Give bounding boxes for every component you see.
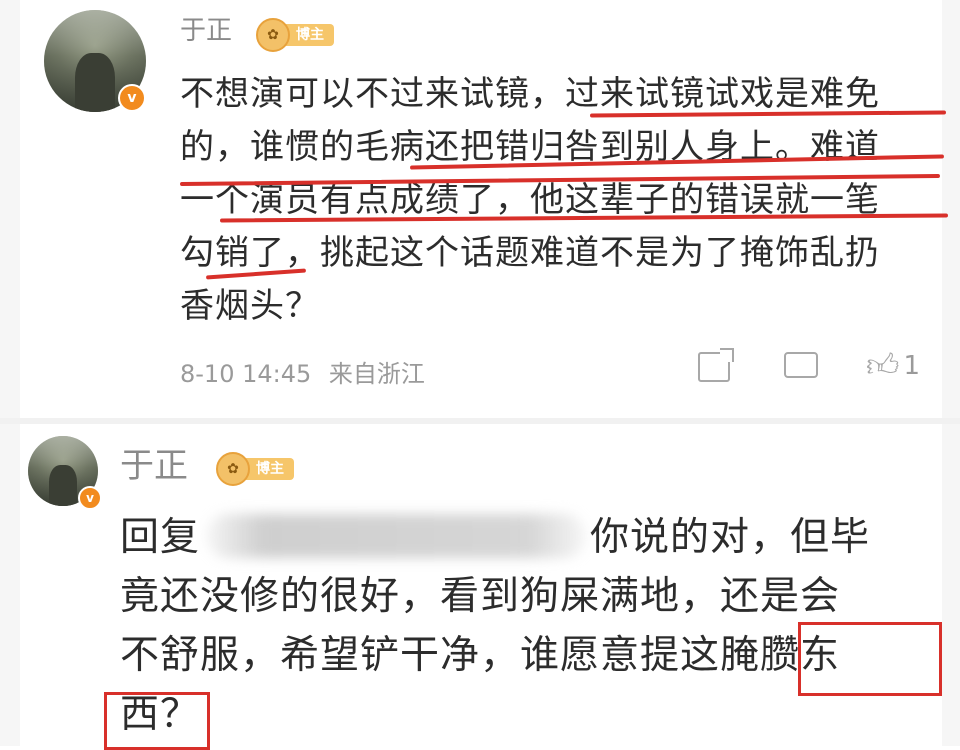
comment-line: 香烟头？ — [180, 286, 320, 326]
timestamp: 8-10 14:45 — [180, 360, 312, 388]
comment-card-2: v 于正 ✿ 博主 回复 你说的对，但毕 竟还没修的很好，看到狗屎满地，还是会 不… — [20, 424, 942, 750]
comment-text: 不想演可以不过来试镜，过来试镜试戏是难免 的，谁惯的毛病还把错归咎到别人身上。难… — [180, 68, 950, 333]
verified-badge-icon: v — [118, 84, 146, 112]
reply-prefix: 回复 — [120, 515, 201, 560]
username[interactable]: 于正 — [180, 10, 232, 47]
comment-line: 竟还没修的很好，看到狗屎满地，还是会 — [120, 574, 841, 619]
thumbs-up-icon: 👍︎ — [866, 346, 900, 384]
blogger-badge: ✿ 博主 — [216, 452, 294, 486]
annotation-box — [104, 692, 210, 750]
share-button[interactable] — [698, 348, 734, 382]
like-button[interactable]: 👍︎ 1 — [866, 346, 920, 385]
location: 来自浙江 — [328, 360, 425, 388]
redacted-username-blur — [206, 514, 586, 558]
annotation-box — [798, 622, 942, 696]
blogger-badge: ✿ 博主 — [256, 18, 334, 52]
comment-card-1: v 于正 ✿ 博主 不想演可以不过来试镜，过来试镜试戏是难免 的，谁惯的毛病还把… — [20, 0, 949, 418]
share-icon — [698, 348, 734, 382]
medal-icon: ✿ — [256, 18, 290, 52]
medal-icon: ✿ — [216, 452, 250, 486]
verified-badge-icon: v — [78, 486, 102, 510]
like-count: 1 — [903, 350, 920, 381]
left-margin — [0, 0, 20, 746]
comment-button[interactable] — [784, 352, 818, 378]
username[interactable]: 于正 — [120, 438, 188, 487]
comment-meta: 8-10 14:45 来自浙江 — [180, 354, 425, 389]
comment-icon — [784, 352, 818, 378]
